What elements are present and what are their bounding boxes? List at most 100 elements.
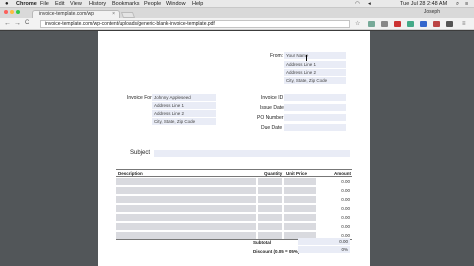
po-number-field[interactable] bbox=[284, 114, 346, 121]
table-row: 0.00 bbox=[116, 177, 352, 186]
address-bar-url: invoice-template.com/wp-content/uploads/… bbox=[45, 21, 215, 27]
invoice-for-label: Invoice For: bbox=[127, 95, 154, 101]
amount-cell: 0.00 bbox=[318, 205, 352, 212]
due-date-label: Due Date bbox=[261, 125, 283, 131]
description-cell[interactable] bbox=[116, 223, 256, 230]
apple-icon[interactable]: ● bbox=[5, 0, 9, 8]
address-bar[interactable]: invoice-template.com/wp-content/uploads/… bbox=[40, 20, 350, 28]
tab-invoice[interactable]: invoice-template.com/wp × bbox=[32, 10, 120, 18]
reload-icon[interactable]: C bbox=[25, 19, 29, 28]
due-date-field[interactable] bbox=[284, 124, 346, 131]
menu-bookmarks[interactable]: Bookmarks bbox=[112, 0, 140, 8]
description-header: Description bbox=[118, 171, 143, 176]
os-menu-bar: ● Chrome File Edit View History Bookmark… bbox=[0, 0, 474, 8]
description-cell[interactable] bbox=[116, 196, 256, 203]
star-icon[interactable]: ☆ bbox=[355, 20, 360, 28]
pdf-viewer: From: Your Name Address Line 1 Address L… bbox=[0, 31, 474, 266]
for-city-field[interactable]: City, State, Zip Code bbox=[152, 118, 216, 125]
unit-price-cell[interactable] bbox=[284, 196, 316, 203]
menu-help[interactable]: Help bbox=[192, 0, 203, 8]
issue-date-label: Issue Date bbox=[260, 105, 284, 111]
extension-icon-4[interactable] bbox=[407, 21, 414, 27]
clock[interactable]: Tue Jul 28 2:48 AM bbox=[400, 0, 447, 8]
description-cell[interactable] bbox=[116, 214, 256, 221]
table-row: 0.00 bbox=[116, 204, 352, 213]
invoice-id-label: Invoice ID bbox=[261, 95, 284, 101]
for-name-field[interactable]: Johnny Appleseed bbox=[152, 94, 216, 101]
quantity-header: Quantity bbox=[264, 171, 283, 176]
quantity-cell[interactable] bbox=[258, 196, 282, 203]
search-icon[interactable]: ⌕ bbox=[456, 0, 459, 8]
discount-label: Discount (0.05 = 05%) bbox=[253, 249, 300, 254]
table-row: 0.00 bbox=[116, 195, 352, 204]
unit-price-cell[interactable] bbox=[284, 187, 316, 194]
text-cursor bbox=[306, 55, 309, 61]
wifi-icon[interactable]: ◠ bbox=[355, 0, 360, 8]
close-window-icon[interactable] bbox=[4, 10, 8, 14]
forward-icon[interactable]: → bbox=[14, 19, 21, 28]
unit-price-header: Unit Price bbox=[286, 171, 308, 176]
amount-cell: 0.00 bbox=[318, 178, 352, 185]
unit-price-cell[interactable] bbox=[284, 205, 316, 212]
unit-price-cell[interactable] bbox=[284, 214, 316, 221]
menu-view[interactable]: View bbox=[70, 0, 82, 8]
extension-icon-5[interactable] bbox=[420, 21, 427, 27]
subject-label: Subject bbox=[130, 150, 151, 156]
quantity-cell[interactable] bbox=[258, 178, 282, 185]
from-label: From: bbox=[270, 53, 284, 59]
extension-icon-3[interactable] bbox=[394, 21, 401, 27]
volume-icon[interactable]: ◂ bbox=[368, 0, 371, 8]
subtotal-label: Subtotal bbox=[253, 240, 271, 245]
for-address2-field[interactable]: Address Line 2 bbox=[152, 110, 216, 117]
unit-price-cell[interactable] bbox=[284, 178, 316, 185]
chrome-menu-icon[interactable]: ≡ bbox=[462, 20, 466, 28]
from-name-field[interactable]: Your Name bbox=[284, 52, 346, 59]
extension-icon-6[interactable] bbox=[433, 21, 440, 27]
from-city-field[interactable]: City, State, Zip Code bbox=[284, 77, 346, 84]
menu-edit[interactable]: Edit bbox=[55, 0, 64, 8]
browser-toolbar: ← → C invoice-template.com/wp-content/up… bbox=[0, 18, 474, 30]
issue-date-field[interactable] bbox=[284, 104, 346, 111]
subject-field[interactable] bbox=[154, 150, 350, 157]
from-address1-field[interactable]: Address Line 1 bbox=[284, 61, 346, 68]
quantity-cell[interactable] bbox=[258, 223, 282, 230]
discount-field[interactable]: 0% bbox=[298, 246, 350, 253]
description-cell[interactable] bbox=[116, 232, 256, 239]
description-cell[interactable] bbox=[116, 187, 256, 194]
quantity-cell[interactable] bbox=[258, 187, 282, 194]
menu-window[interactable]: Window bbox=[166, 0, 186, 8]
tab-close-icon[interactable]: × bbox=[112, 11, 115, 18]
menu-file[interactable]: File bbox=[40, 0, 49, 8]
maximize-window-icon[interactable] bbox=[16, 10, 20, 14]
line-items-header: Description Quantity Unit Price Amount bbox=[116, 169, 352, 177]
extension-icon[interactable] bbox=[368, 21, 375, 27]
menu-app-chrome[interactable]: Chrome bbox=[16, 0, 37, 8]
amount-cell: 0.00 bbox=[318, 196, 352, 203]
unit-price-cell[interactable] bbox=[284, 223, 316, 230]
menu-history[interactable]: History bbox=[89, 0, 106, 8]
description-cell[interactable] bbox=[116, 205, 256, 212]
list-icon[interactable]: ≡ bbox=[465, 0, 468, 8]
amount-header: Amount bbox=[334, 171, 351, 176]
quantity-cell[interactable] bbox=[258, 205, 282, 212]
amount-cell: 0.00 bbox=[318, 187, 352, 194]
extension-icon-7[interactable] bbox=[446, 21, 453, 27]
minimize-window-icon[interactable] bbox=[10, 10, 14, 14]
quantity-cell[interactable] bbox=[258, 214, 282, 221]
pdf-page: From: Your Name Address Line 1 Address L… bbox=[98, 31, 370, 266]
amount-cell: 0.00 bbox=[318, 223, 352, 230]
extension-icon-2[interactable] bbox=[381, 21, 388, 27]
amount-cell: 0.00 bbox=[318, 214, 352, 221]
back-icon[interactable]: ← bbox=[4, 19, 11, 28]
from-address2-field[interactable]: Address Line 2 bbox=[284, 69, 346, 76]
po-number-label: PO Number bbox=[257, 115, 284, 121]
quantity-cell[interactable] bbox=[258, 232, 282, 239]
description-cell[interactable] bbox=[116, 178, 256, 185]
tab-title: invoice-template.com/wp bbox=[39, 11, 95, 17]
for-address1-field[interactable]: Address Line 1 bbox=[152, 102, 216, 109]
tab-strip: invoice-template.com/wp × Joseph bbox=[0, 8, 474, 18]
subtotal-value: 0.00 bbox=[298, 238, 350, 245]
invoice-id-field[interactable] bbox=[284, 94, 346, 101]
menu-people[interactable]: People bbox=[144, 0, 161, 8]
profile-name[interactable]: Joseph bbox=[424, 9, 440, 15]
